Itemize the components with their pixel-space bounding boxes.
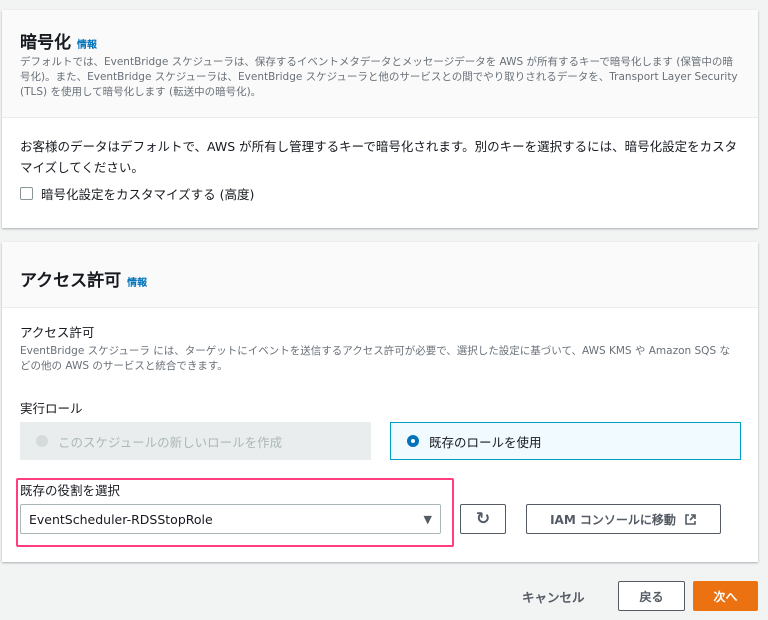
existing-role-select[interactable]: EventScheduler-RDSStopRole ▼ [20, 504, 441, 534]
radio-label: このスケジュールの新しいロールを作成 [58, 434, 283, 450]
encryption-panel: 暗号化 情報 デフォルトでは、EventBridge スケジューラは、保存するイベ… [2, 10, 758, 228]
encryption-header: 暗号化 情報 デフォルトでは、EventBridge スケジューラは、保存するイベ… [2, 10, 758, 118]
permissions-info-link[interactable]: 情報 [127, 278, 147, 289]
radio-label: 既存のロールを使用 [429, 434, 542, 450]
external-link-icon [685, 513, 696, 525]
permissions-title: アクセス許可 [20, 271, 122, 291]
next-label: 次へ [713, 589, 738, 604]
execution-role-label: 実行ロール [20, 401, 83, 416]
select-value: EventScheduler-RDSStopRole [29, 511, 213, 527]
refresh-icon: ↻ [475, 509, 491, 529]
back-label: 戻る [639, 589, 664, 604]
encryption-description: デフォルトでは、EventBridge スケジューラは、保存するイベントメタデー… [20, 56, 738, 98]
checkbox-label: 暗号化設定をカスタマイズする (高度) [41, 187, 255, 202]
permissions-field-label: アクセス許可 [20, 325, 95, 340]
iam-console-button[interactable]: IAM コンソールに移動 [526, 504, 721, 534]
radio-selected-icon[interactable] [407, 435, 419, 447]
encryption-body: お客様のデータはデフォルトで、AWS が所有し管理するキーで暗号化されます。別の… [20, 139, 738, 175]
permissions-field-description: EventBridge スケジューラ には、ターゲットにイベントを送信するアクセ… [20, 345, 730, 372]
cancel-button[interactable]: キャンセル [522, 587, 585, 606]
refresh-button[interactable]: ↻ [460, 504, 506, 534]
radio-icon [36, 435, 48, 447]
permissions-header: アクセス許可 情報 [2, 242, 758, 308]
encryption-title: 暗号化 [20, 33, 71, 53]
iam-console-label: IAM コンソールに移動 [550, 512, 676, 527]
encryption-info-link[interactable]: 情報 [77, 40, 97, 51]
back-button[interactable]: 戻る [618, 581, 685, 611]
caret-down-icon: ▼ [423, 512, 432, 526]
checkbox-box[interactable] [20, 187, 33, 200]
radio-create-new-role: このスケジュールの新しいロールを作成 [20, 422, 371, 460]
customize-encryption-checkbox[interactable]: 暗号化設定をカスタマイズする (高度) [20, 184, 740, 203]
radio-use-existing-role[interactable]: 既存のロールを使用 [390, 422, 741, 460]
select-role-label: 既存の役割を選択 [20, 483, 121, 498]
next-button[interactable]: 次へ [693, 581, 758, 611]
